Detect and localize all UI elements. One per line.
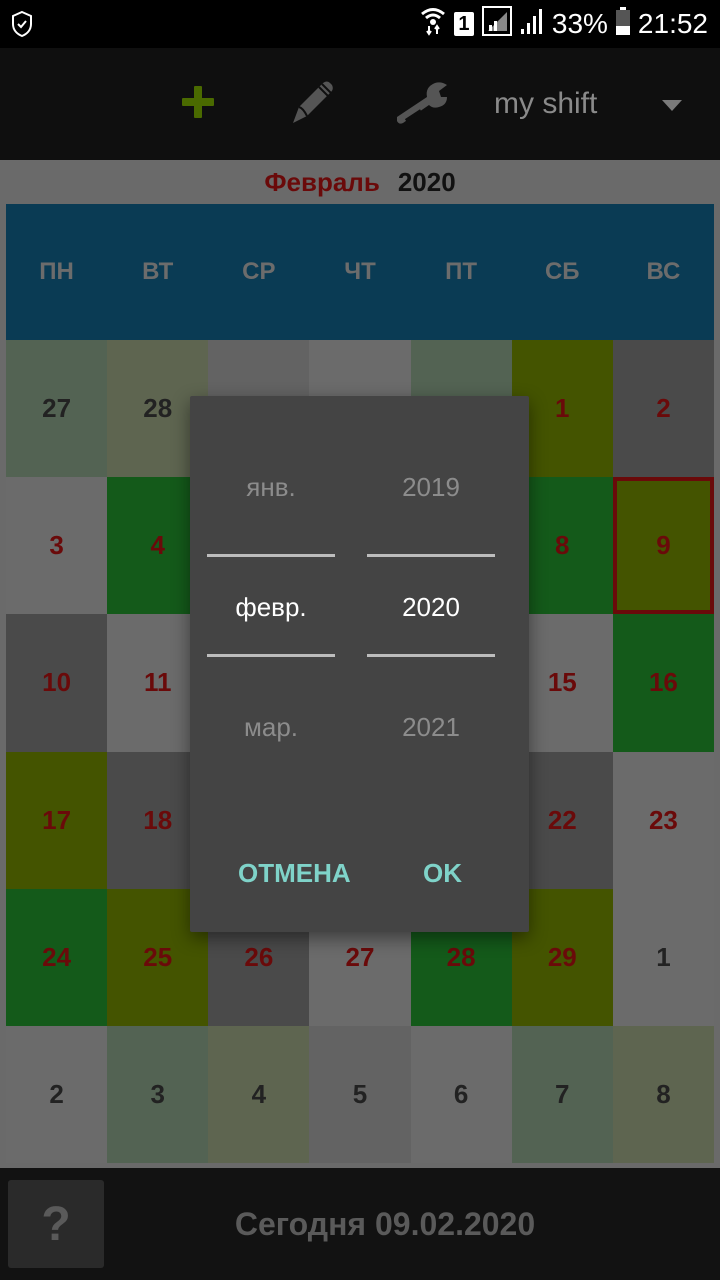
ok-button[interactable]: OK: [423, 858, 462, 889]
wrench-icon: [393, 79, 451, 130]
day-number: 2: [49, 1078, 64, 1109]
weekday-label: ВТ: [142, 258, 174, 285]
day-number: 15: [547, 667, 577, 698]
calendar-day[interactable]: 8: [612, 1025, 714, 1163]
day-number: 2: [656, 393, 671, 424]
day-number: 9: [656, 530, 671, 561]
day-number: 22: [547, 804, 577, 835]
year-selected-option[interactable]: 2020: [367, 592, 495, 623]
dropdown-arrow-icon: [662, 100, 682, 111]
shift-selector-label: my shift: [494, 87, 598, 120]
calendar-day[interactable]: 23: [612, 751, 714, 889]
day-number: 4: [150, 530, 165, 561]
calendar-day[interactable]: 2: [612, 340, 714, 478]
settings-button[interactable]: [388, 48, 456, 160]
calendar-day[interactable]: 3: [107, 1025, 209, 1163]
day-number: 6: [453, 1078, 469, 1109]
status-bar: 1 33% 21:52: [0, 0, 720, 48]
signal-sim2-icon: [520, 7, 544, 42]
signal-sim1-icon: [481, 5, 512, 43]
month-year-picker-dialog: янв. февр. мар. 2019 2020 2021 ОТМЕНА OK: [190, 396, 529, 932]
help-button[interactable]: ?: [8, 1180, 104, 1268]
weekday-label: ЧТ: [344, 258, 376, 285]
clock: 21:52: [637, 8, 708, 39]
day-number: 18: [143, 804, 173, 835]
month-next-option[interactable]: мар.: [207, 712, 335, 743]
picker-divider: [367, 654, 495, 657]
battery-icon: [615, 6, 630, 42]
pencil-icon: [283, 75, 337, 134]
day-number: 27: [42, 393, 72, 424]
day-number: 4: [251, 1078, 267, 1109]
calendar-day-today[interactable]: 9: [612, 477, 714, 615]
weekday-label: СР: [242, 258, 276, 285]
calendar-day[interactable]: 27: [6, 340, 108, 478]
month-name: Февраль: [264, 166, 380, 197]
calendar-day[interactable]: 6: [410, 1025, 512, 1163]
day-number: 8: [656, 1078, 671, 1109]
day-number: 16: [648, 667, 678, 698]
day-number: 7: [555, 1078, 570, 1109]
weekday-label: ВС: [646, 258, 681, 285]
today-date-label[interactable]: Сегодня 09.02.2020: [120, 1168, 720, 1280]
picker-divider: [207, 554, 335, 557]
calendar-day[interactable]: 4: [208, 1025, 310, 1163]
day-number: 3: [150, 1078, 165, 1109]
shield-check-icon: [10, 10, 34, 38]
calendar-day[interactable]: 7: [511, 1025, 613, 1163]
day-number: 1: [555, 393, 570, 424]
month-year-title[interactable]: Февраль 2020: [0, 160, 720, 204]
wifi-data-icon: [420, 6, 446, 43]
edit-button[interactable]: [278, 48, 342, 160]
day-number: 28: [446, 941, 476, 972]
year-label: 2020: [397, 166, 456, 197]
year-picker[interactable]: 2019 2020 2021: [367, 432, 495, 832]
weekday-label: ПТ: [445, 258, 478, 285]
calendar-day[interactable]: 24: [6, 888, 108, 1026]
bottom-bar: ? Сегодня 09.02.2020: [0, 1168, 720, 1280]
battery-percent: 33%: [551, 8, 608, 39]
shift-selector-dropdown[interactable]: my shift: [480, 48, 710, 160]
weekday-header: ПН ВТ СР ЧТ ПТ СБ ВС: [6, 204, 714, 340]
day-number: 17: [42, 804, 72, 835]
month-picker[interactable]: янв. февр. мар.: [207, 432, 335, 832]
day-number: 8: [555, 530, 570, 561]
month-prev-option[interactable]: янв.: [207, 472, 335, 503]
plus-icon: [180, 84, 216, 125]
calendar-day[interactable]: 10: [6, 614, 108, 752]
app-toolbar: my shift: [0, 48, 720, 160]
day-number: 24: [42, 941, 72, 972]
picker-divider: [207, 654, 335, 657]
day-number: 10: [42, 667, 72, 698]
day-number: 26: [244, 941, 274, 972]
sim-1-icon: 1: [453, 12, 474, 36]
day-number: 28: [143, 393, 173, 424]
add-shift-button[interactable]: [170, 48, 226, 160]
day-number: 1: [656, 941, 671, 972]
calendar-day[interactable]: 17: [6, 751, 108, 889]
calendar-day[interactable]: 16: [612, 614, 714, 752]
weekday-label: СБ: [544, 258, 580, 285]
day-number: 5: [352, 1078, 368, 1109]
day-number: 29: [547, 941, 577, 972]
month-selected-option[interactable]: февр.: [207, 592, 335, 623]
calendar-day[interactable]: 1: [612, 888, 714, 1026]
year-prev-option[interactable]: 2019: [367, 472, 495, 503]
year-next-option[interactable]: 2021: [367, 712, 495, 743]
question-icon: ?: [41, 1197, 71, 1251]
calendar-day[interactable]: 3: [6, 477, 108, 615]
weekday-label: ПН: [39, 258, 74, 285]
day-number: 11: [143, 667, 172, 698]
day-number: 23: [648, 804, 678, 835]
calendar-day[interactable]: 5: [309, 1025, 411, 1163]
picker-divider: [367, 554, 495, 557]
day-number: 27: [345, 941, 375, 972]
cancel-button[interactable]: ОТМЕНА: [238, 858, 351, 889]
calendar-day[interactable]: 2: [6, 1025, 108, 1163]
day-number: 3: [49, 530, 64, 561]
day-number: 25: [143, 941, 173, 972]
